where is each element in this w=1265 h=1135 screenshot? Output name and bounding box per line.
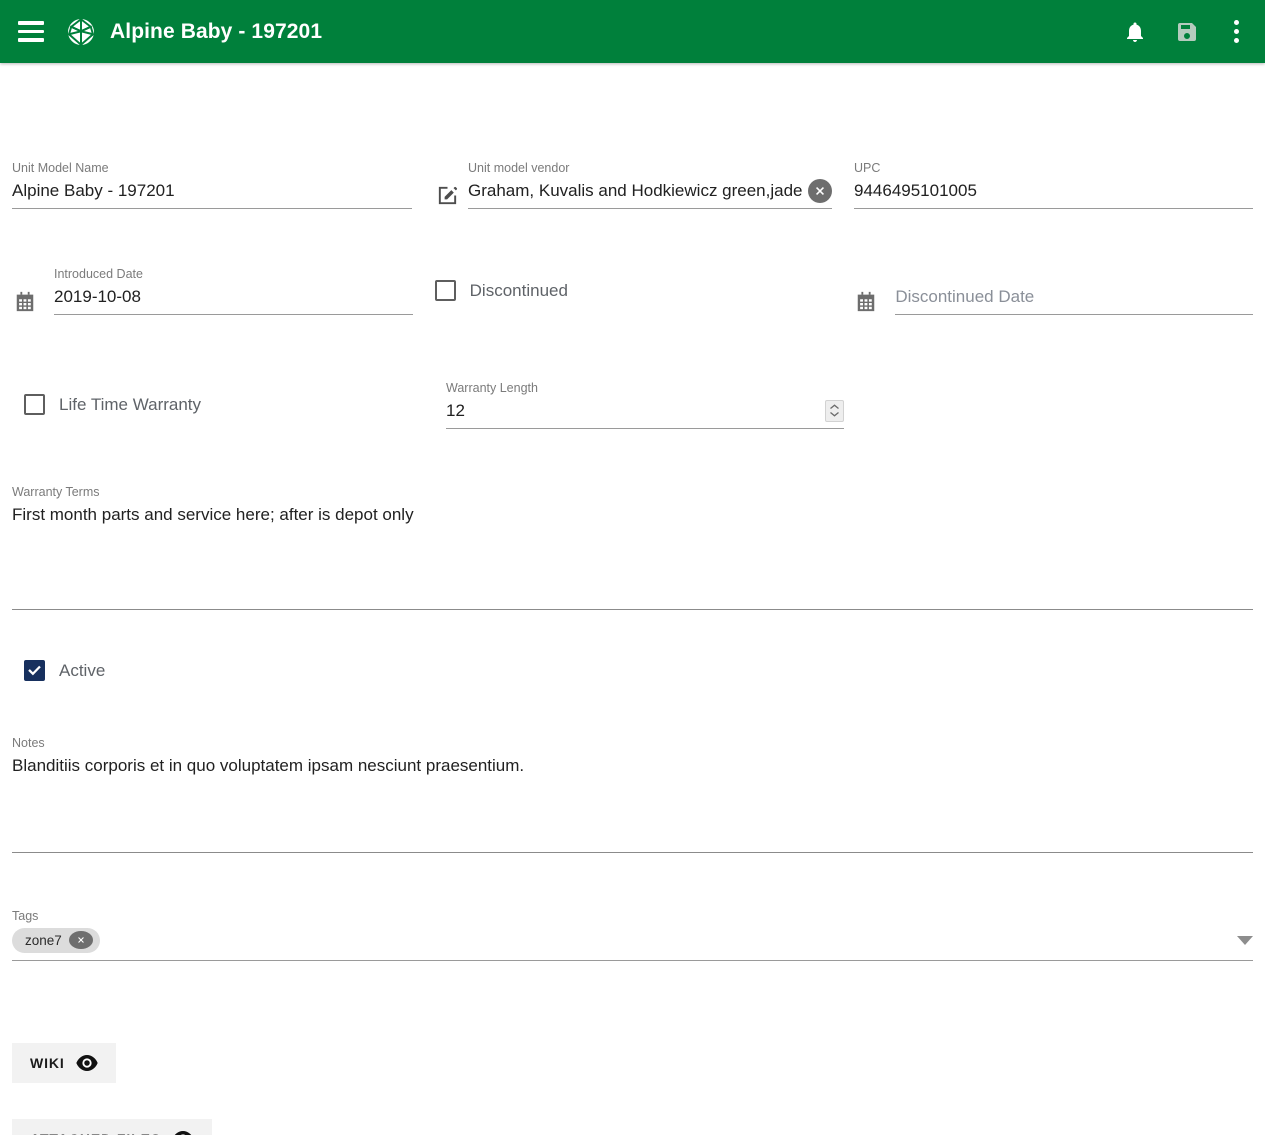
discontinued-checkbox-row[interactable]: Discontinued	[434, 280, 832, 315]
discontinued-date-group: Discontinued Date	[853, 255, 1253, 315]
life-time-warranty-label: Life Time Warranty	[59, 394, 202, 414]
discontinued-checkbox[interactable]	[434, 280, 456, 301]
form-row-dates: Introduced Date 2019-10-08 Discontinued	[12, 255, 1253, 315]
app-header: Alpine Baby - 197201	[0, 0, 1265, 63]
field-underline	[854, 208, 1253, 209]
section-divider	[12, 609, 1253, 610]
warranty-terms-textarea-space[interactable]	[12, 527, 1253, 609]
unit-model-name-input[interactable]: Alpine Baby - 197201	[12, 178, 412, 203]
life-time-warranty-checkbox[interactable]	[24, 394, 45, 415]
field-underline	[12, 960, 1253, 961]
life-time-warranty-checkbox-row[interactable]: Life Time Warranty	[24, 394, 426, 429]
hamburger-menu-icon[interactable]	[14, 15, 48, 49]
warranty-terms-input[interactable]: First month parts and service here; afte…	[12, 502, 1253, 527]
eye-icon	[76, 1055, 98, 1071]
unit-model-vendor-field[interactable]: Unit model vendor Graham, Kuvalis and Ho…	[468, 149, 832, 209]
chip-remove-icon[interactable]	[68, 931, 93, 949]
bell-icon[interactable]	[1122, 19, 1148, 45]
number-stepper-icon[interactable]	[825, 399, 844, 422]
dropdown-caret-icon[interactable]	[1237, 935, 1253, 945]
notes-textarea-space[interactable]	[12, 778, 1253, 852]
notes-field[interactable]: Notes Blanditiis corporis et in quo volu…	[12, 724, 1253, 853]
hamburger-bar	[18, 29, 44, 34]
app-header-left: Alpine Baby - 197201	[14, 15, 322, 49]
warranty-terms-label: Warranty Terms	[12, 485, 100, 499]
unit-model-name-label: Unit Model Name	[12, 161, 109, 175]
form-content: Unit Model Name Alpine Baby - 197201 Uni…	[0, 149, 1265, 1135]
tags-label: Tags	[12, 909, 39, 923]
icosahedron-logo-icon	[66, 16, 96, 47]
warranty-length-input[interactable]: 12	[446, 398, 825, 423]
active-checkbox-row[interactable]: Active	[24, 660, 1253, 681]
wiki-button-label: WIKI	[30, 1055, 65, 1071]
clear-circle-icon[interactable]	[808, 178, 832, 203]
warranty-length-label: Warranty Length	[446, 381, 538, 395]
unit-model-vendor-input[interactable]: Graham, Kuvalis and Hodkiewicz green,jad…	[468, 178, 804, 203]
eye-icon	[174, 1131, 192, 1135]
upc-input[interactable]: 9446495101005	[854, 178, 1253, 203]
page-title: Alpine Baby - 197201	[110, 19, 323, 43]
attached-files-toggle-button[interactable]: ATTACHED FILES	[12, 1119, 213, 1135]
discontinued-date-input[interactable]: Discontinued Date	[895, 284, 1253, 309]
form-row-identification: Unit Model Name Alpine Baby - 197201 Uni…	[12, 149, 1253, 209]
tag-chip[interactable]: zone7	[12, 927, 100, 953]
active-label: Active	[59, 660, 106, 680]
kebab-dot	[1234, 20, 1239, 25]
unit-model-name-field[interactable]: Unit Model Name Alpine Baby - 197201	[12, 149, 412, 209]
field-underline	[12, 208, 412, 209]
introduced-date-input[interactable]: 2019-10-08	[54, 284, 413, 309]
notes-label: Notes	[12, 736, 45, 750]
field-underline	[895, 314, 1253, 315]
field-underline	[54, 314, 413, 315]
discontinued-label: Discontinued	[469, 280, 568, 300]
field-underline	[468, 208, 832, 209]
warranty-length-field[interactable]: Warranty Length 12	[446, 369, 844, 429]
calendar-icon[interactable]	[853, 289, 879, 315]
section-divider	[12, 852, 1253, 853]
kebab-dot	[1234, 29, 1239, 34]
wiki-section: WIKI	[12, 1043, 1253, 1083]
floppy-save-icon[interactable]	[1174, 19, 1200, 45]
hamburger-bar	[18, 38, 44, 42]
kebab-menu-icon[interactable]	[1226, 18, 1247, 45]
introduced-date-group: Introduced Date 2019-10-08	[12, 255, 413, 315]
tags-chip-list: zone7	[12, 927, 1237, 953]
tags-field[interactable]: Tags zone7	[12, 897, 1253, 961]
form-row-warranty: Life Time Warranty Warranty Length 12	[12, 369, 1253, 429]
notes-input[interactable]: Blanditiis corporis et in quo voluptatem…	[12, 753, 1253, 778]
upc-label: UPC	[854, 161, 881, 175]
calendar-icon[interactable]	[12, 289, 38, 315]
unit-model-vendor-label: Unit model vendor	[468, 161, 570, 175]
warranty-terms-field[interactable]: Warranty Terms First month parts and ser…	[12, 473, 1253, 610]
active-checkbox[interactable]	[24, 660, 45, 681]
unit-model-vendor-group: Unit model vendor Graham, Kuvalis and Ho…	[434, 149, 832, 209]
field-underline	[446, 428, 844, 429]
upc-field[interactable]: UPC 9446495101005	[854, 149, 1253, 209]
introduced-date-field[interactable]: Introduced Date 2019-10-08	[54, 255, 413, 315]
discontinued-date-field[interactable]: Discontinued Date	[895, 255, 1253, 315]
hamburger-bar	[18, 21, 44, 25]
discontinued-date-label	[895, 267, 1253, 282]
app-header-actions	[1122, 18, 1247, 45]
introduced-date-label: Introduced Date	[54, 267, 143, 281]
attached-files-section: ATTACHED FILES	[12, 1119, 1253, 1135]
attached-files-button-label: ATTACHED FILES	[30, 1131, 161, 1135]
tag-chip-label: zone7	[25, 932, 62, 948]
kebab-dot	[1234, 38, 1239, 43]
wiki-toggle-button[interactable]: WIKI	[12, 1043, 116, 1083]
edit-pencil-square-icon[interactable]	[434, 183, 460, 209]
